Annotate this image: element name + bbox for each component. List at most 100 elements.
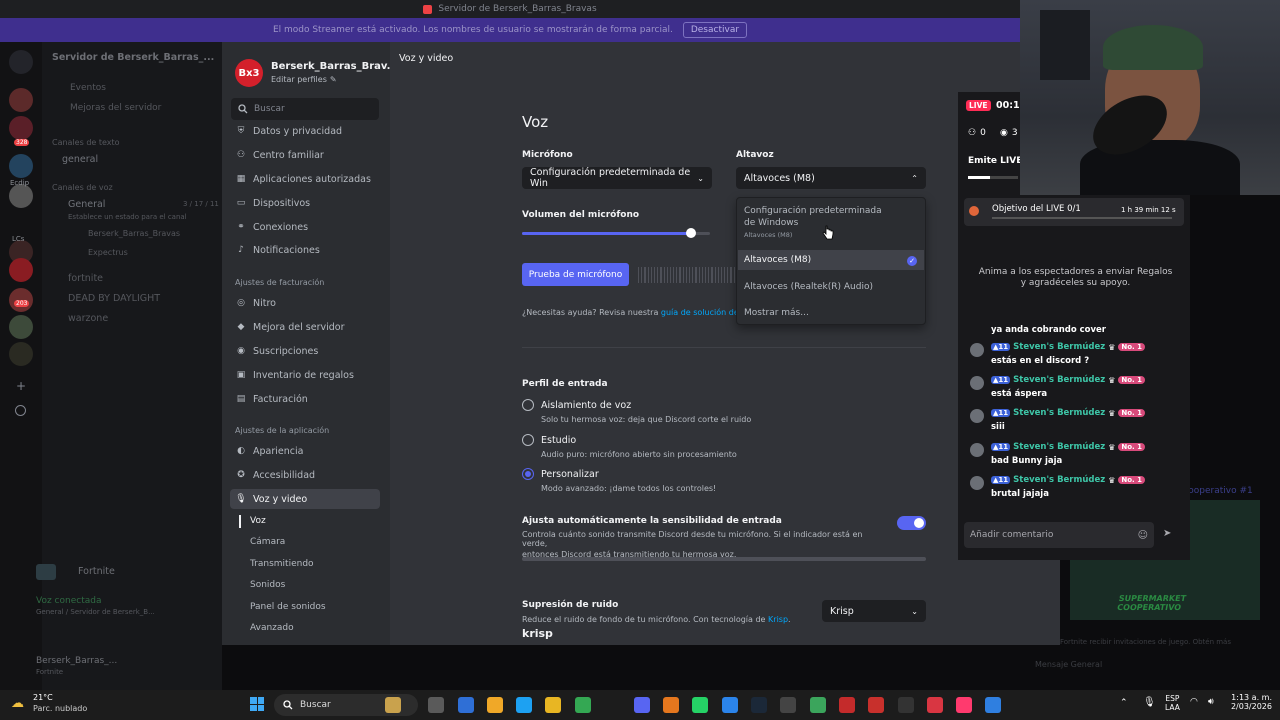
messenger-icon[interactable] [722,697,738,713]
avatar[interactable] [970,409,984,423]
boost-item[interactable]: Mejoras del servidor [70,103,161,113]
server-name[interactable]: Servidor de Berserk_Barras_... [52,52,214,63]
comment-input[interactable]: Añadir comentario ☺ [964,522,1154,548]
fortnite-icon[interactable] [868,697,884,713]
chat-row[interactable]: ▲11 Steven's Bermúdez ♛ No. 1 bad Bunny jaja [970,442,1185,472]
mic-test-button[interactable]: Prueba de micrófono [522,263,629,286]
avatar[interactable] [970,476,984,490]
tiktok-icon[interactable] [956,697,972,713]
chat-username[interactable]: Steven's Bermúdez [1013,375,1105,385]
steam-icon[interactable] [751,697,767,713]
subnav-sounds[interactable]: Sonidos [250,580,285,590]
avatar[interactable] [970,443,984,457]
nav-connections[interactable]: ⚭ Conexiones [230,217,380,237]
weather-desc[interactable]: Parc. nublado [33,704,87,713]
nav-server-boost[interactable]: ◆ Mejora del servidor [230,317,380,337]
server-icon[interactable] [9,258,33,282]
server-icon[interactable] [9,116,33,140]
voice-status[interactable]: Establece un estado para el canal [68,213,187,221]
microphone-icon[interactable]: 🎙︎ [1143,697,1156,708]
dropdown-option[interactable]: Mostrar más... [744,308,809,318]
explore-icon[interactable] [15,405,26,416]
wifi-icon[interactable]: ◠ [1190,697,1198,707]
voice-channel-general[interactable]: General [68,199,105,210]
chat-username[interactable]: Steven's Bermúdez [1013,408,1105,418]
nav-voice-video[interactable]: 🎙︎ Voz y video [230,489,380,509]
nav-nitro[interactable]: ◎ Nitro [230,293,380,313]
voice-channel[interactable]: fortnite [68,273,103,284]
subnav-streaming[interactable]: Transmitiendo [250,559,314,569]
nav-accessibility[interactable]: ✪ Accesibilidad [230,465,380,485]
krisp-link[interactable]: Krisp [768,615,788,624]
send-icon[interactable]: ➤ [1163,528,1171,539]
voice-channel[interactable]: DEAD BY DAYLIGHT [68,293,160,304]
whatsapp-icon[interactable] [692,697,708,713]
avatar[interactable]: Bx3 [235,59,263,87]
avatar[interactable] [970,343,984,357]
nav-privacy[interactable]: ⛨ Datos y privacidad [230,121,380,141]
capcut-icon[interactable] [839,697,855,713]
xbox-icon[interactable] [810,697,826,713]
live-goal[interactable]: Objetivo del LIVE 0/1 1 h 39 min 12 s [964,198,1184,226]
subnav-soundboard[interactable]: Panel de sonidos [250,602,326,612]
events-item[interactable]: Eventos [70,83,106,93]
slider-handle[interactable] [686,228,697,238]
chat-row[interactable]: ▲11 Steven's Bermúdez ♛ No. 1 siii [970,408,1185,438]
mic-select[interactable]: Configuración predeterminada de Win ⌄ [522,167,712,189]
disable-streamer-button[interactable]: Desactivar [682,22,748,38]
avatar[interactable] [970,376,984,390]
server-icon[interactable] [9,88,33,112]
subnav-camera[interactable]: Cámara [250,537,285,547]
windows-start-icon[interactable] [250,697,264,711]
discord-icon[interactable] [634,697,650,713]
clock[interactable]: 1:13 a. m. 2/03/2026 [1228,693,1272,711]
chat-row[interactable]: ▲11 Steven's Bermúdez ♛ No. 1 está áspera [970,375,1185,405]
footer-username[interactable]: Berserk_Barras_... [36,656,117,666]
edge-icon[interactable] [516,697,532,713]
volume-icon[interactable]: 🔊︎ [1208,697,1214,707]
edit-profiles-link[interactable]: Editar perfiles ✎ [271,75,337,84]
task-view-icon[interactable] [428,697,444,713]
radio-custom[interactable] [522,468,534,480]
chat-row[interactable]: ▲11 Steven's Bermúdez ♛ No. 1 estás en el di… [970,342,1185,372]
emoji-icon[interactable]: ☺ [1138,530,1148,541]
dropdown-option[interactable]: Altavoces (Realtek(R) Audio) [744,282,873,292]
sensitivity-toggle[interactable] [897,516,926,530]
subnav-voice[interactable]: Voz [250,516,266,526]
dropdown-option[interactable]: Configuración predeterminada de Windows [744,205,894,229]
nav-subscriptions[interactable]: ◉ Suscripciones [230,341,380,361]
radio-voice-isolation[interactable] [522,399,534,411]
chat-row[interactable]: ▲11 Steven's Bermúdez ♛ No. 1 brutal jajaja [970,475,1185,505]
photoshop-icon[interactable] [985,697,1001,713]
settings-search[interactable]: Buscar [231,98,379,120]
text-category[interactable]: Canales de texto [52,138,120,147]
chat-username[interactable]: Steven's Bermúdez [1013,342,1105,352]
chat-username[interactable]: Steven's Bermúdez [1013,442,1105,452]
radio-studio[interactable] [522,434,534,446]
folder-icon[interactable] [545,697,561,713]
voice-channel[interactable]: warzone [68,313,108,324]
weather-temp[interactable]: 21°C [33,693,53,702]
nav-appearance[interactable]: ◐ Apariencia [230,441,380,461]
obs-icon[interactable] [927,697,943,713]
add-server-icon[interactable]: + [16,379,26,393]
server-icon[interactable] [9,154,33,178]
voice-user[interactable]: Expectrus [88,248,128,257]
store-icon[interactable] [487,697,503,713]
chevron-up-icon[interactable]: ⌃ [1120,698,1128,708]
file-explorer-icon[interactable] [385,697,401,713]
chat-username[interactable]: Steven's Bermúdez [1013,475,1105,485]
subnav-advanced[interactable]: Avanzado [250,623,294,633]
server-icon[interactable] [9,50,33,74]
server-icon[interactable] [9,342,33,366]
chrome-icon[interactable] [575,697,591,713]
voice-user[interactable]: Berserk_Barras_Bravas [88,229,180,238]
nav-authorized-apps[interactable]: ▦ Aplicaciones autorizadas [230,169,380,189]
mic-volume-slider[interactable] [522,228,710,238]
nav-devices[interactable]: ▭ Dispositivos [230,193,380,213]
brave-icon[interactable] [663,697,679,713]
voice-category[interactable]: Canales de voz [52,183,113,192]
copilot-icon[interactable] [458,697,474,713]
nav-family[interactable]: ⚇ Centro familiar [230,145,380,165]
nav-billing[interactable]: ▤ Facturación [230,389,380,409]
